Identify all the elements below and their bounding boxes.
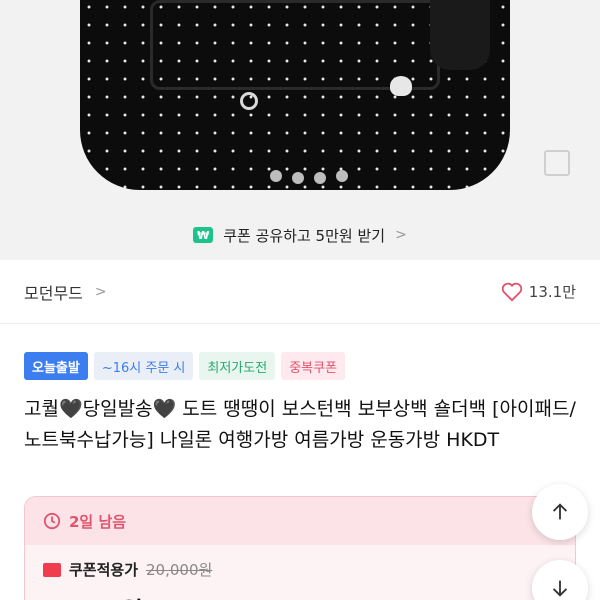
arrow-down-icon: [552, 580, 568, 597]
store-row[interactable]: 모던무드 > 13.1만: [0, 260, 600, 324]
ring-charm: [240, 92, 258, 110]
won-icon: ₩: [193, 227, 214, 243]
coupon-share-text: 쿠폰 공유하고 5만원 받기: [223, 226, 386, 245]
fur-charm: [430, 0, 490, 70]
scroll-up-button[interactable]: [532, 484, 588, 540]
coupon-icon: [43, 562, 61, 577]
store-name[interactable]: 모던무드: [24, 280, 83, 304]
deal-remaining: 2일 남음: [69, 512, 127, 531]
product-title: 고퀄🖤당일발송🖤 도트 땡땡이 보스턴백 보부상백 숄더백 [아이패드/노트북수…: [24, 398, 576, 451]
product-page: ₩ 쿠폰 공유하고 5만원 받기 > 모던무드 > 13.1만 오늘출발 ~16…: [0, 0, 600, 600]
like-count: 13.1만: [528, 283, 576, 301]
sequin: [292, 172, 304, 184]
coupon-price-row: 쿠폰적용가 20,000원: [25, 545, 575, 580]
like-button[interactable]: 13.1만: [501, 281, 576, 302]
expand-icon[interactable]: [544, 150, 570, 176]
sequin: [336, 170, 348, 182]
sequin: [314, 172, 326, 184]
heart-icon: [501, 282, 522, 301]
product-image[interactable]: [0, 0, 600, 210]
coupon-price: 9,900원: [45, 591, 143, 600]
heart-charm: [390, 76, 412, 96]
deal-box: 2일 남음 쿠폰적용가 20,000원 9,900원: [24, 496, 576, 600]
clock-icon: [43, 512, 61, 530]
tag-list: 오늘출발 ~16시 주문 시 최저가도전 중복쿠폰: [24, 352, 346, 380]
original-price: 20,000원: [146, 561, 213, 579]
coupon-price-label: 쿠폰적용가: [69, 561, 139, 579]
bag-photo: [80, 0, 510, 190]
tag-lowest-price: 최저가도전: [199, 352, 276, 380]
sequin: [270, 170, 282, 182]
tag-today-shipping: 오늘출발: [24, 352, 88, 380]
tag-order-deadline: ~16시 주문 시: [93, 352, 194, 380]
chevron-right-icon: >: [395, 227, 407, 243]
coupon-share-banner[interactable]: ₩ 쿠폰 공유하고 5만원 받기 >: [0, 210, 600, 260]
arrow-up-icon: [552, 503, 568, 520]
deal-timer: 2일 남음: [25, 497, 575, 545]
chevron-right-icon: >: [94, 283, 107, 300]
tag-stackable-coupon: 중복쿠폰: [281, 352, 346, 380]
